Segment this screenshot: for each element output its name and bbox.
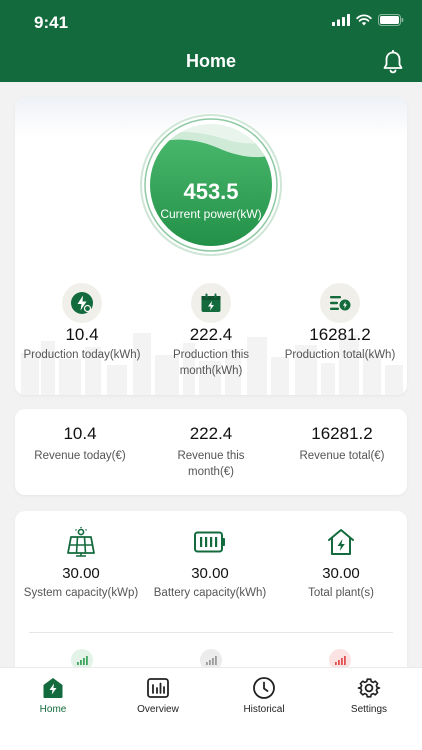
revenue-today-value: 10.4: [63, 424, 97, 443]
revenue-month-value: 222.4: [189, 424, 233, 443]
tab-historical-label: Historical: [243, 704, 285, 715]
section-divider: [29, 632, 393, 633]
revenue-today-label: Revenue today(€): [34, 450, 126, 462]
power-card: 453.5 Current power(kW) 10.4 Production …: [15, 97, 407, 395]
total-plants-label: Total plant(s): [308, 587, 374, 599]
production-total-label: Production total(kWh): [284, 349, 396, 361]
gear-icon: [357, 678, 381, 698]
tab-settings[interactable]: Settings: [329, 676, 409, 715]
house-bolt-icon: [328, 529, 354, 555]
battery-icon: [194, 531, 225, 553]
status-time: 9:41: [34, 13, 69, 32]
cellular-signal-icon: [332, 14, 350, 26]
app-header: 9:41 Home: [0, 0, 422, 82]
battery-status-icon: [378, 14, 404, 26]
solar-panel-icon: [67, 527, 95, 557]
production-today-label: Production today(kWh): [23, 349, 141, 361]
revenue-month-label: Revenue this month(€): [177, 450, 245, 478]
current-power-value: 453.5: [183, 179, 239, 204]
calendar-bolt-icon: [191, 283, 231, 323]
system-card: 30.00 System capacity(kWp) 30.00 Battery…: [15, 511, 407, 681]
revenue-total-value: 16281.2: [311, 424, 373, 443]
production-total-value: 16281.2: [309, 325, 371, 344]
home-icon: [43, 678, 63, 698]
wifi-icon: [356, 14, 372, 26]
current-power-label: Current power(kW): [160, 207, 262, 221]
clock-icon: [253, 677, 275, 699]
tab-overview[interactable]: Overview: [118, 676, 198, 715]
status-bar: 9:41: [0, 0, 422, 44]
lightning-circle-icon: [62, 283, 102, 323]
page-title: Home: [185, 51, 236, 71]
status-icons: [332, 14, 404, 26]
tab-overview-label: Overview: [137, 704, 179, 715]
production-today-value: 10.4: [65, 325, 99, 344]
production-month-label: Production this month(kWh): [172, 349, 250, 377]
revenue-total-label: Revenue total(€): [299, 450, 385, 462]
tab-home[interactable]: Home: [13, 676, 93, 715]
bell-icon[interactable]: [382, 50, 404, 74]
total-plants-value: 30.00: [322, 565, 360, 582]
tab-historical[interactable]: Historical: [224, 676, 304, 715]
chart-icon: [147, 678, 169, 698]
revenue-card: 10.4 Revenue today(€) 222.4 Revenue this…: [15, 409, 407, 495]
tab-settings-label: Settings: [350, 704, 388, 715]
battery-capacity-label: Battery capacity(kWh): [153, 587, 267, 599]
production-month-value: 222.4: [189, 325, 233, 344]
battery-capacity-value: 30.00: [191, 565, 229, 582]
tab-home-label: Home: [39, 704, 67, 715]
system-capacity-label: System capacity(kWp): [23, 587, 139, 599]
system-capacity-value: 30.00: [62, 565, 100, 582]
bottom-tab-bar: Home Overview Historical Settings: [0, 667, 422, 750]
list-bolt-icon: [320, 283, 360, 323]
